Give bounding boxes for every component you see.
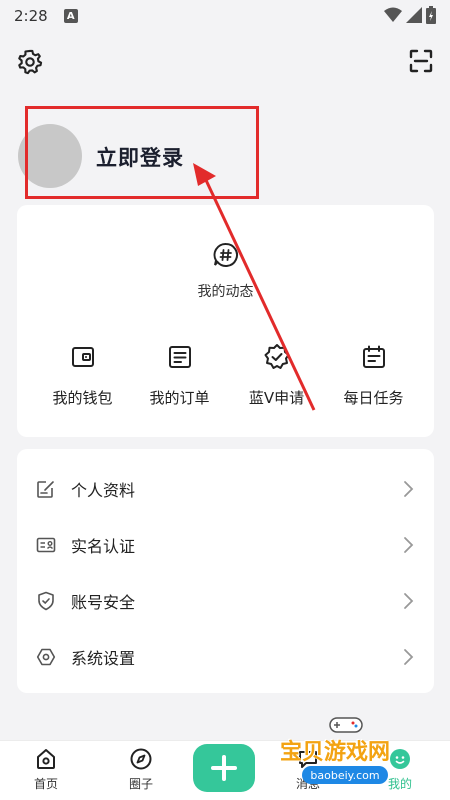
quick-action-daily-task[interactable]: 每日任务 <box>325 343 422 408</box>
id-card-icon <box>36 537 56 553</box>
tab-home[interactable]: 首页 <box>16 747 76 792</box>
quick-action-label: 蓝V申请 <box>248 389 305 407</box>
verified-badge-icon <box>264 344 289 369</box>
signal-icon <box>406 7 422 23</box>
menu-item-label: 个人资料 <box>71 481 136 500</box>
home-icon <box>37 749 55 769</box>
tab-label: 圈子 <box>128 777 153 791</box>
gamepad-icon <box>329 717 363 733</box>
status-bar: 2:28 A <box>0 0 450 32</box>
tab-mine[interactable]: 我的 <box>370 747 430 792</box>
chevron-right-icon <box>404 649 414 665</box>
menu-item-label: 实名认证 <box>71 537 136 556</box>
hexagon-settings-icon <box>36 648 56 666</box>
status-icons <box>384 6 436 24</box>
shield-icon <box>38 591 54 611</box>
tab-label: 消息 <box>295 777 320 791</box>
chevron-right-icon <box>404 481 414 497</box>
menu-item-label: 系统设置 <box>71 649 136 668</box>
menu-item-system-settings[interactable]: 系统设置 <box>17 629 434 685</box>
quick-action-label: 我的订单 <box>149 389 210 407</box>
plus-icon <box>211 755 237 781</box>
chevron-right-icon <box>404 593 414 609</box>
wallet-icon <box>71 347 94 367</box>
quick-action-wallet[interactable]: 我的钱包 <box>34 343 131 408</box>
login-button[interactable]: 立即登录 <box>96 142 184 172</box>
my-activity-button[interactable]: 我的动态 <box>17 241 434 301</box>
avatar[interactable] <box>18 124 82 188</box>
status-time: 2:28 <box>14 7 48 25</box>
profile-icon <box>390 749 410 769</box>
hashtag-bubble-icon <box>213 242 238 267</box>
menu-item-label: 账号安全 <box>71 593 136 612</box>
quick-action-label: 每日任务 <box>343 389 404 407</box>
message-icon <box>299 751 317 768</box>
quick-action-orders[interactable]: 我的订单 <box>131 343 228 408</box>
compass-icon <box>130 748 152 770</box>
calendar-task-icon <box>362 345 385 368</box>
battery-icon <box>426 6 436 24</box>
scan-button[interactable] <box>408 48 434 74</box>
my-activity-label: 我的动态 <box>197 284 254 300</box>
quick-actions: 我的钱包 我的订单 蓝V申请 每日任务 <box>17 343 434 408</box>
wifi-icon <box>384 7 402 22</box>
order-icon <box>168 346 191 368</box>
create-post-button[interactable] <box>193 744 255 792</box>
gear-icon <box>18 49 43 75</box>
tab-circle[interactable]: 圈子 <box>111 747 171 792</box>
menu-item-profile[interactable]: 个人资料 <box>17 461 434 517</box>
activity-card: 我的动态 我的钱包 我的订单 蓝V申请 每日任务 <box>17 205 434 437</box>
notification-icon: A <box>63 9 78 23</box>
tab-label: 首页 <box>33 777 58 791</box>
profile-header[interactable]: 立即登录 <box>0 106 450 202</box>
edit-doc-icon <box>37 481 54 498</box>
settings-list-card: 个人资料 实名认证 账号安全 系统设置 <box>17 449 434 693</box>
quick-action-label: 我的钱包 <box>52 389 113 407</box>
tab-label: 我的 <box>387 777 412 791</box>
chevron-right-icon <box>404 537 414 553</box>
quick-action-verify[interactable]: 蓝V申请 <box>228 343 325 408</box>
settings-button[interactable] <box>16 48 44 76</box>
menu-item-real-name[interactable]: 实名认证 <box>17 517 434 573</box>
scan-icon <box>409 49 433 73</box>
tab-messages[interactable]: 消息 <box>278 747 338 792</box>
menu-item-account-security[interactable]: 账号安全 <box>17 573 434 629</box>
